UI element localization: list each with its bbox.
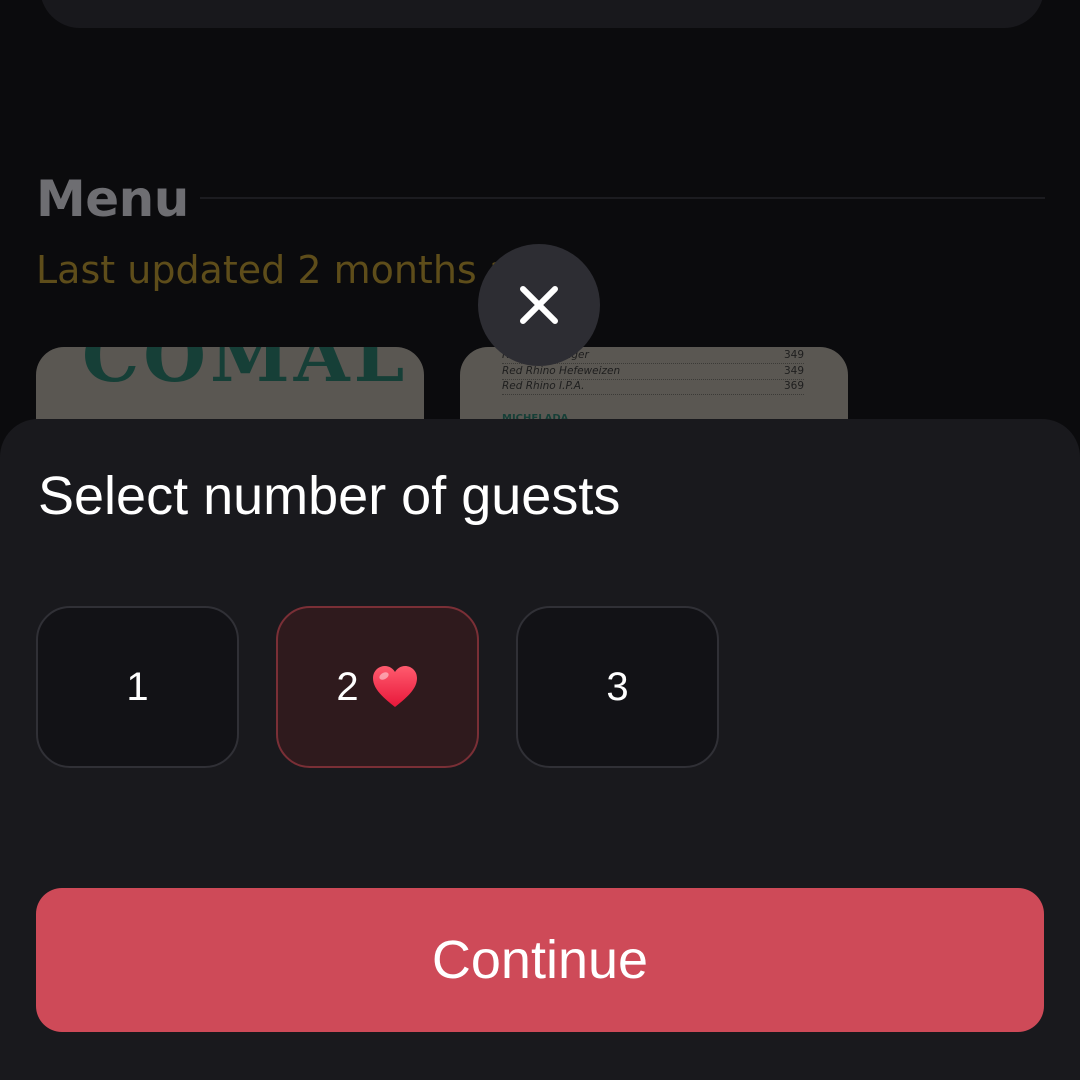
continue-button[interactable]: Continue (36, 888, 1044, 1032)
menu-row: Red Rhino I.P.A. 369 (502, 380, 804, 395)
guest-option-label: 2 (336, 664, 359, 709)
menu-row-price: 349 (783, 349, 804, 361)
guest-selection-sheet: Select number of guests 1 2 3 Continue (0, 419, 1080, 1080)
guest-option-2[interactable]: 2 (276, 606, 479, 768)
sheet-title: Select number of guests (38, 466, 621, 526)
guest-option-label: 1 (126, 664, 149, 709)
menu-divider (200, 197, 1045, 199)
guest-option-3[interactable]: 3 (516, 606, 719, 768)
guest-option-1[interactable]: 1 (36, 606, 239, 768)
menu-row: Red Rhino Hefeweizen 349 (502, 365, 804, 380)
menu-section-title: Menu (36, 170, 189, 228)
menu-row-name: Red Rhino Hefeweizen (502, 365, 621, 377)
heart-icon (371, 665, 419, 709)
menu-brand-text: COMAL (82, 347, 409, 398)
menu-row-name: Red Rhino I.P.A. (502, 380, 585, 392)
info-card (40, 0, 1044, 28)
menu-row-price: 349 (783, 365, 804, 377)
menu-row-price: 369 (783, 380, 804, 392)
close-icon (520, 286, 558, 324)
close-button[interactable] (478, 244, 600, 366)
guest-option-label: 3 (606, 664, 629, 709)
